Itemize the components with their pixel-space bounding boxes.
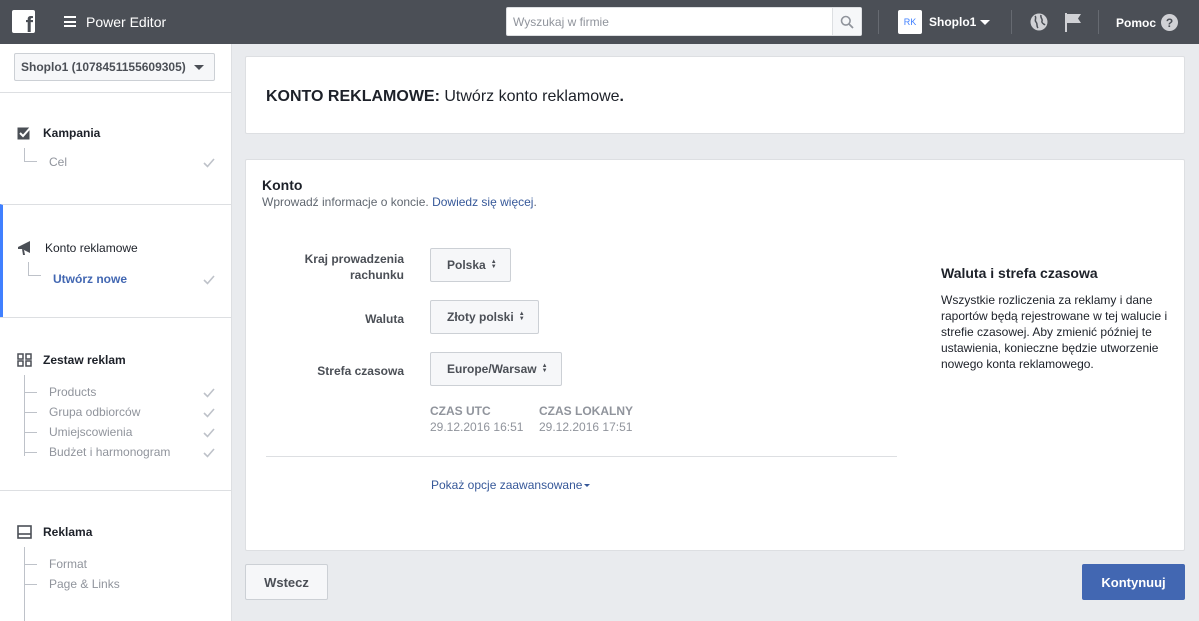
chevron-down-icon <box>584 484 591 488</box>
updown-icon: ▲ ▼ <box>490 259 497 270</box>
sidebar-item-products[interactable]: Products <box>49 385 96 399</box>
checkbox-icon <box>17 126 32 140</box>
tree-line <box>24 375 25 456</box>
sidebar-item-kampania[interactable]: Kampania <box>17 126 100 140</box>
sidebar-item-reklama[interactable]: Reklama <box>17 525 92 539</box>
check-icon <box>203 428 215 438</box>
sidebar-section-zestaw: Zestaw reklam Products Grupa odbiorców U… <box>0 317 231 491</box>
utc-time-value: 29.12.2016 16:51 <box>430 420 524 434</box>
timezone-label: Strefa czasowa <box>317 364 404 378</box>
account-form-card: Konto Wprowadź informacje o koncie. Dowi… <box>245 159 1185 551</box>
check-icon <box>203 158 215 168</box>
sidebar-item-page-links[interactable]: Page & Links <box>49 577 120 591</box>
sidebar-item-konto-reklamowe[interactable]: Konto reklamowe <box>17 240 138 256</box>
tree-line <box>24 412 37 413</box>
currency-label: Waluta <box>365 312 404 326</box>
sidebar-item-umiejscowienia[interactable]: Umiejscowienia <box>49 425 132 439</box>
sidebar-item-zestaw-reklam[interactable]: Zestaw reklam <box>17 353 126 367</box>
search-button[interactable] <box>832 8 861 35</box>
megaphone-icon <box>18 241 30 255</box>
tree-line <box>24 564 37 565</box>
topbar-separator <box>1098 10 1099 34</box>
sidebar-section-konto: Konto reklamowe Utwórz nowe <box>0 204 231 317</box>
back-button[interactable]: Wstecz <box>245 564 328 600</box>
account-switcher[interactable]: RK Shoplo1 <box>898 10 991 34</box>
tree-line <box>24 392 37 393</box>
divider <box>266 456 897 457</box>
check-icon <box>203 388 215 398</box>
tree-line <box>24 452 37 453</box>
tree-line <box>28 262 29 275</box>
local-time-value: 29.12.2016 17:51 <box>539 420 633 434</box>
grid-icon <box>17 353 32 367</box>
sidebar-item-grupa-odbiorcow[interactable]: Grupa odbiorców <box>49 405 140 419</box>
info-text: Wszystkie rozliczenia za reklamy i dane … <box>941 293 1168 371</box>
country-label: Kraj prowadzenia rachunku <box>304 252 404 282</box>
search-icon <box>840 15 854 29</box>
topbar-separator <box>878 10 879 34</box>
utc-time-label: CZAS UTC <box>430 404 491 418</box>
continue-button[interactable]: Kontynuuj <box>1082 564 1185 600</box>
account-name: Shoplo1 <box>929 15 977 29</box>
search-input[interactable] <box>507 8 832 35</box>
country-select[interactable]: Polska ▲ ▼ <box>430 248 511 282</box>
topbar-separator <box>1011 10 1012 34</box>
top-bar: f Power Editor RK Shoplo1 Pomoc ? <box>0 0 1199 44</box>
advanced-options-link[interactable]: Pokaż opcje zaawansowane <box>431 478 591 492</box>
sidebar-item-utworz-nowe[interactable]: Utwórz nowe <box>53 272 127 286</box>
search-box <box>506 7 862 36</box>
timezone-select[interactable]: Europe/Warsaw ▲ ▼ <box>430 352 562 386</box>
sidebar: Shoplo1 (1078451155609305) Kampania Cel … <box>0 44 232 621</box>
globe-icon[interactable] <box>1029 12 1049 35</box>
ad-preview-icon <box>17 525 32 539</box>
learn-more-link[interactable]: Dowiedz się więcej <box>432 195 533 209</box>
header-card: KONTO REKLAMOWE: Utwórz konto reklamowe. <box>245 56 1185 134</box>
tree-line <box>24 161 37 162</box>
updown-icon: ▲ ▼ <box>541 363 548 374</box>
tree-line <box>28 275 41 276</box>
currency-select[interactable]: Złoty polski ▲ ▼ <box>430 300 539 334</box>
section-title: Konto <box>262 177 303 193</box>
sidebar-item-cel[interactable]: Cel <box>49 155 67 169</box>
updown-icon: ▲ ▼ <box>518 311 525 322</box>
tree-line <box>24 584 37 585</box>
local-time-label: CZAS LOKALNY <box>539 404 633 418</box>
menu-icon[interactable] <box>64 16 76 27</box>
tree-line <box>24 432 37 433</box>
check-icon <box>203 448 215 458</box>
page-title: KONTO REKLAMOWE: Utwórz konto reklamowe. <box>266 88 624 105</box>
app-title[interactable]: Power Editor <box>86 14 166 30</box>
check-icon <box>203 275 215 285</box>
chevron-down-icon <box>980 19 991 25</box>
flag-icon[interactable] <box>1063 11 1083 36</box>
sidebar-section-kampania: Kampania Cel <box>0 92 231 205</box>
sidebar-item-budzet[interactable]: Budżet i harmonogram <box>49 445 170 459</box>
sidebar-section-reklama: Reklama Format Page & Links <box>0 490 231 621</box>
section-description: Wprowadź informacje o koncie. Dowiedz si… <box>262 195 537 209</box>
account-avatar: RK <box>898 10 922 34</box>
info-title: Waluta i strefa czasowa <box>941 265 1098 281</box>
facebook-logo[interactable]: f <box>12 10 35 33</box>
chevron-down-icon <box>193 64 204 70</box>
tree-line <box>24 148 25 161</box>
check-icon <box>203 408 215 418</box>
ad-account-select-value: Shoplo1 (1078451155609305) <box>21 60 186 74</box>
help-label: Pomoc <box>1116 15 1157 30</box>
question-icon: ? <box>1161 14 1179 31</box>
ad-account-select[interactable]: Shoplo1 (1078451155609305) <box>14 53 215 81</box>
help-button[interactable]: Pomoc ? <box>1116 14 1179 31</box>
sidebar-item-format[interactable]: Format <box>49 557 87 571</box>
